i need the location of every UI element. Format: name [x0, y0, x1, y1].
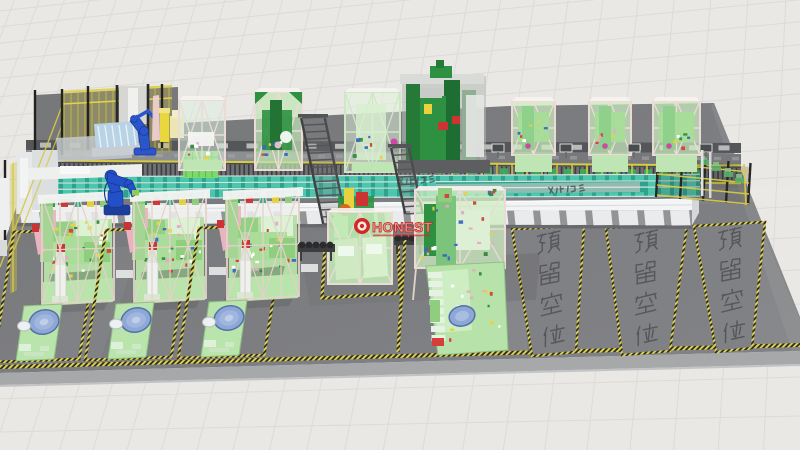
svg-text:HONEST: HONEST [372, 219, 433, 235]
